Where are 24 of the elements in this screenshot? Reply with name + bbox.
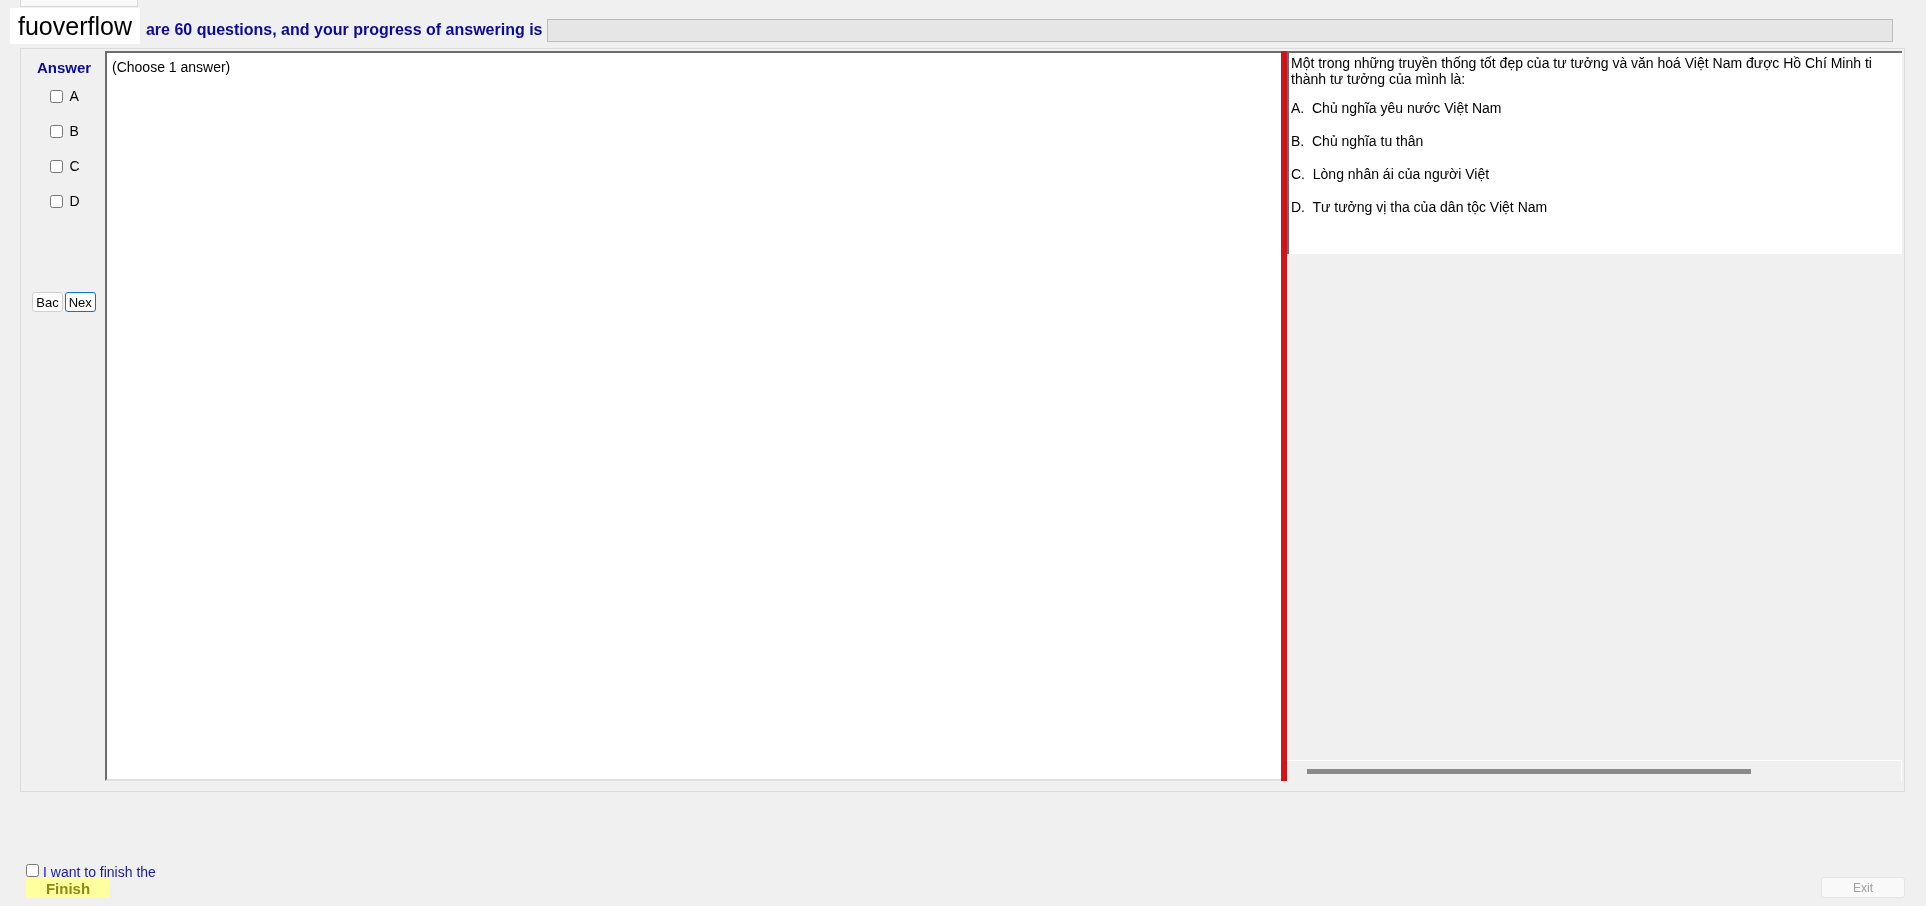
answer-heading: Answer [36,58,92,78]
answer-checkbox[interactable] [50,124,64,138]
finish-button[interactable]: Finish [26,878,110,898]
answer-option-label: A [69,86,79,106]
answer-option-label: D [69,191,80,211]
question-choice: B. Chủ nghĩa tu thân [1291,132,1425,150]
question-choice: D. Tư tưởng vị tha của dân tộc Việt Nam [1291,198,1549,216]
question-text: thành tư tưởng của mình là: [1291,71,1467,87]
answer-option-label: B [69,121,79,141]
progress-label: are 60 questions, and your progress of answering is [145,20,543,40]
answer-checkbox[interactable] [50,194,64,208]
logo: fuoverflow [10,8,140,44]
next-button[interactable]: Nex [64,291,96,312]
answer-checkbox[interactable] [50,89,64,103]
answer-option-label: C [69,156,80,176]
question-choice: A. Chủ nghĩa yêu nước Việt Nam [1291,99,1503,117]
finish-checkbox[interactable] [26,864,39,877]
finish-checkbox-label: I want to finish the [43,863,156,877]
question-choice: C. Lòng nhân ái của người Việt [1291,165,1491,183]
scrollbar-thumb[interactable] [1307,768,1751,774]
answer-checkbox[interactable] [50,159,64,173]
question-text: Một trong những truyền thống tốt đẹp của tư tưởng và văn hoá Việt Nam được Hồ Chí Minh ti [1291,55,1873,71]
back-button[interactable]: Bac [32,291,63,312]
answer-text-area[interactable]: (Choose 1 answer) [105,51,1281,781]
